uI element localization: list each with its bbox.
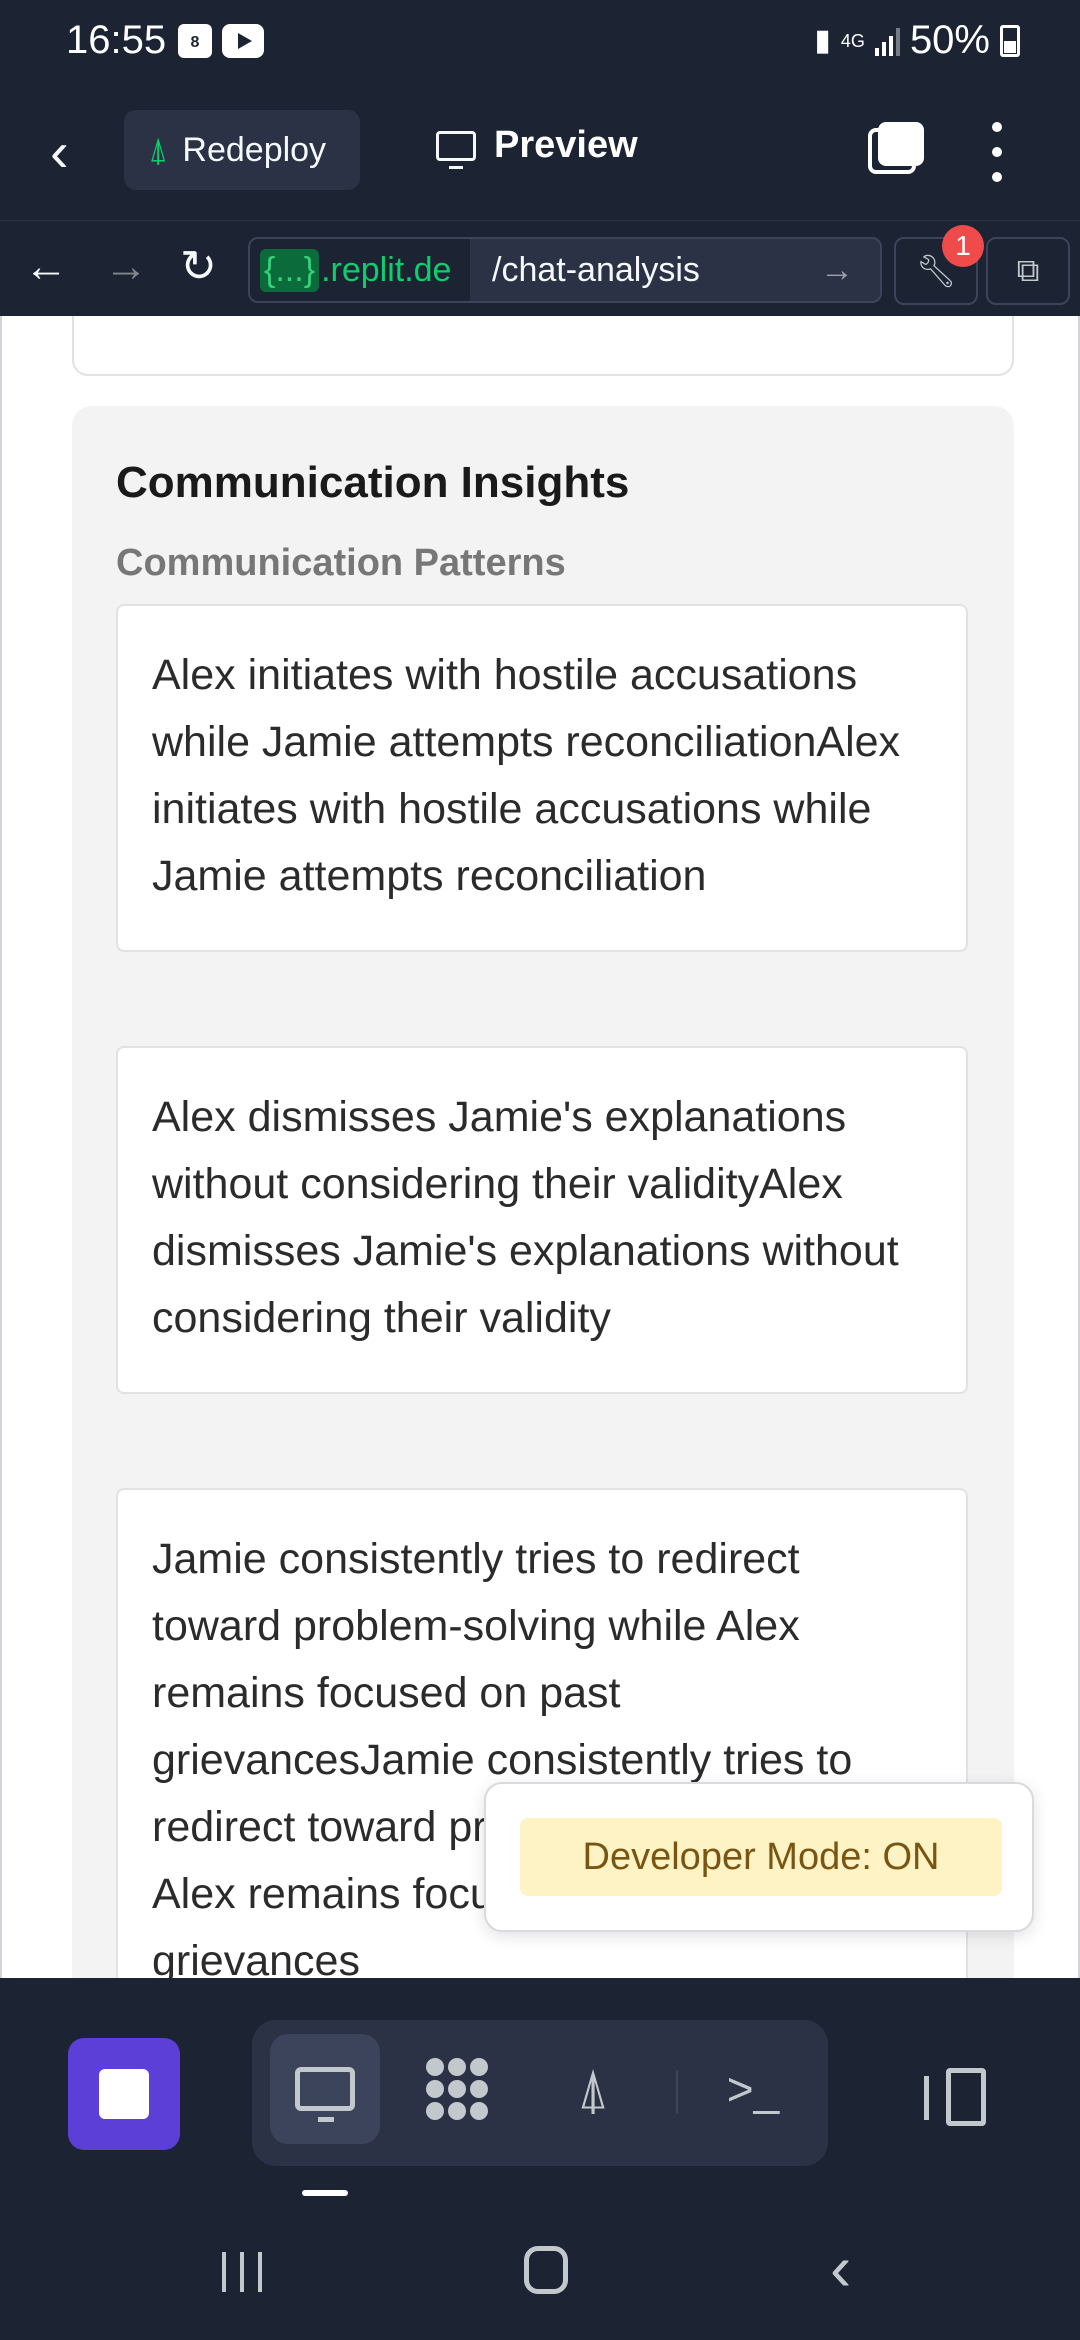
open-external-button[interactable]: ⧉ [986, 237, 1070, 305]
tabs-switcher-icon[interactable] [868, 122, 924, 174]
tool-group: ⍋ >_ [252, 2020, 828, 2166]
url-host-text: .replit.de [321, 250, 452, 289]
communication-insights-section: Communication Insights Communication Pat… [72, 406, 1014, 1978]
nav-back-arrow-icon[interactable]: ← [24, 241, 68, 293]
monitor-icon [436, 130, 476, 169]
network-type-icon: 4G [840, 30, 865, 51]
nav-forward-arrow-icon[interactable]: → [104, 241, 148, 293]
redeploy-label: Redeploy [182, 130, 327, 169]
deploy-tool-button[interactable]: ⍋ [538, 2034, 648, 2144]
webview-tool-button[interactable] [270, 2034, 380, 2144]
webview-content[interactable]: Communication Insights Communication Pat… [0, 316, 1080, 1978]
go-arrow-icon[interactable]: → [820, 251, 880, 290]
more-options-icon[interactable] [982, 122, 1012, 182]
subsection-title: Communication Patterns [116, 542, 566, 584]
preview-tab[interactable]: Preview [436, 124, 638, 169]
url-host: {...} .replit.de [250, 239, 470, 301]
back-chevron-icon[interactable]: ‹ [50, 124, 110, 184]
pattern-card: Alex dismisses Jamie's explanations with… [116, 1046, 968, 1394]
external-link-icon: ⧉ [1016, 252, 1040, 288]
pattern-card: Alex initiates with hostile accusations … [116, 604, 968, 952]
status-right: ▮ 4G 50% [814, 18, 1020, 63]
status-time: 16:55 [66, 18, 167, 62]
redeploy-button[interactable]: ⍋ Redeploy [124, 110, 360, 190]
battery-icon [1000, 24, 1020, 57]
home-icon[interactable] [524, 2246, 568, 2294]
developer-mode-label: Developer Mode: ON [520, 1818, 1002, 1896]
section-title: Communication Insights [116, 458, 630, 507]
stop-icon [99, 2069, 149, 2119]
bottom-toolbar: ⍋ >_ [0, 1978, 1080, 2208]
deploy-icon: ⍋ [576, 2056, 610, 2120]
system-back-icon[interactable]: ‹ [830, 2236, 851, 2300]
agent-tool-button[interactable] [402, 2034, 512, 2144]
calendar-icon: 8 [178, 24, 212, 58]
signal-icon [874, 26, 900, 56]
panel-toggle-icon[interactable] [924, 2068, 988, 2126]
shell-tool-button[interactable]: >_ [698, 2034, 808, 2144]
agent-icon [426, 2058, 488, 2120]
battery-saver-icon: ▮ [814, 24, 831, 57]
divider [676, 2070, 678, 2114]
url-field[interactable]: {...} .replit.de /chat-analysis → [248, 237, 882, 303]
app-header: ‹ ⍋ Redeploy Preview [0, 84, 1080, 220]
url-path[interactable]: /chat-analysis [470, 251, 820, 290]
devtools-badge: 1 [942, 225, 984, 267]
recent-apps-icon[interactable] [222, 2252, 262, 2292]
deploy-icon: ⍋ [148, 130, 169, 169]
terminal-icon: >_ [726, 2063, 780, 2115]
previous-card [72, 316, 1014, 376]
preview-label: Preview [494, 124, 638, 166]
battery-percent: 50% [909, 18, 990, 62]
notification-icons: 8 [178, 24, 264, 58]
active-tab-indicator [302, 2190, 348, 2196]
url-host-tag: {...} [260, 248, 320, 292]
devtools-button[interactable]: 🔧︎ 1 [894, 225, 984, 305]
stop-button[interactable] [68, 2038, 180, 2150]
youtube-icon [222, 24, 264, 58]
system-navigation-bar: ‹ [0, 2208, 1080, 2340]
webview-address-bar: ← → ↻ {...} .replit.de /chat-analysis → … [0, 220, 1080, 316]
reload-icon[interactable]: ↻ [180, 241, 217, 293]
monitor-icon [295, 2067, 355, 2122]
status-bar: 16:55 8 ▮ 4G 50% [0, 0, 1080, 84]
developer-mode-toast[interactable]: Developer Mode: ON [484, 1782, 1034, 1932]
